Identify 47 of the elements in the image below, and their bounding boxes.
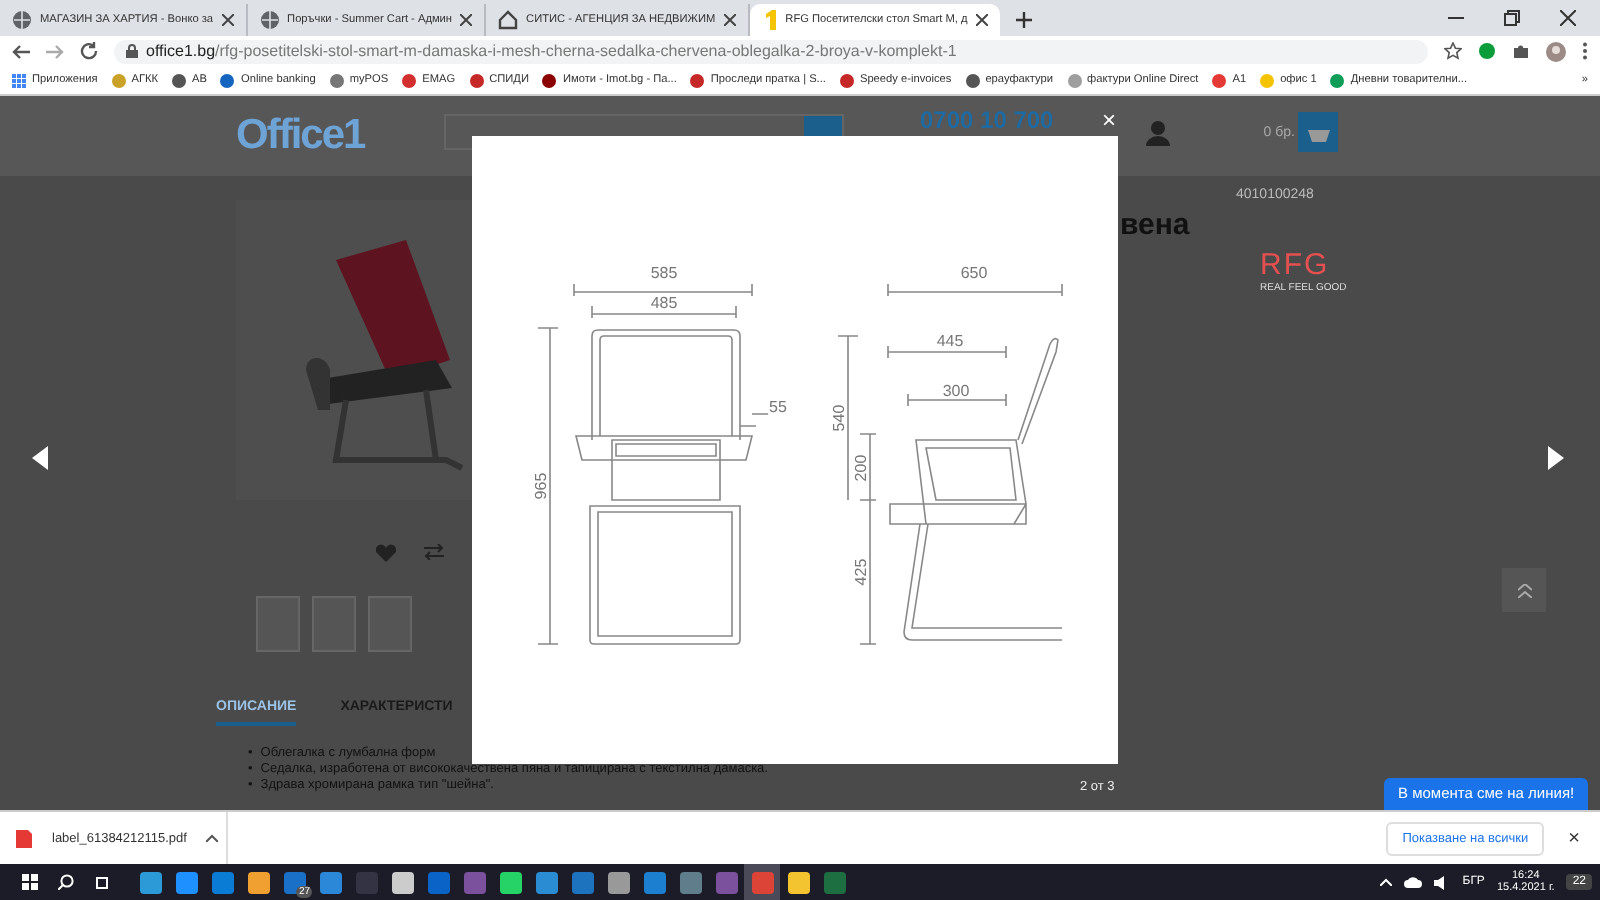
- pdf-icon: [16, 829, 32, 847]
- previous-arrow-icon[interactable]: [32, 446, 48, 470]
- close-icon[interactable]: [221, 14, 234, 26]
- thumbnail[interactable]: [368, 596, 412, 652]
- house-icon: [498, 10, 519, 30]
- dimension-label: 485: [650, 294, 678, 312]
- task-view-icon: [94, 875, 110, 889]
- dimension-label: 200: [852, 454, 870, 482]
- dimension-label: 445: [936, 332, 964, 350]
- lock-icon: [126, 44, 138, 58]
- next-arrow-icon[interactable]: [1548, 446, 1564, 470]
- reload-icon[interactable]: [80, 42, 98, 60]
- new-tab-icon[interactable]: [1015, 12, 1032, 28]
- thumbnail[interactable]: [256, 596, 300, 652]
- chevrons-up-icon: [1517, 583, 1531, 597]
- cart-button[interactable]: [1298, 112, 1339, 152]
- globe-icon: [259, 10, 280, 30]
- one-icon: [761, 10, 778, 30]
- star-icon[interactable]: [1444, 42, 1462, 60]
- chevron-up-icon: [206, 834, 219, 842]
- cloud-icon[interactable]: [1404, 876, 1423, 888]
- address-field[interactable]: office1.bg/rfg-posetitelski-stol-smart-m-damaska-i-mesh-cherna-sedalka-chervena-oblegalka-2-broya-v-komplekt-1: [114, 39, 1428, 63]
- close-icon[interactable]: [460, 14, 473, 26]
- dimension-label: 300: [942, 382, 970, 400]
- dimension-label: 965: [532, 472, 550, 500]
- globe-icon: [12, 10, 32, 30]
- back-icon[interactable]: [12, 43, 30, 59]
- close-icon[interactable]: [975, 14, 988, 26]
- restore-icon[interactable]: [1504, 10, 1520, 26]
- phone-number: 0700 10 700: [920, 106, 1054, 134]
- chevron-up-icon[interactable]: [1380, 878, 1393, 886]
- close-button[interactable]: ×: [1102, 108, 1117, 132]
- dimension-label: 585: [650, 264, 678, 282]
- menu-icon[interactable]: [1582, 42, 1588, 60]
- product-title: вена: [1120, 208, 1190, 242]
- search-icon: [58, 874, 74, 890]
- close-button[interactable]: ×: [1568, 827, 1580, 849]
- close-icon[interactable]: [1560, 10, 1576, 26]
- dimension-label: 540: [830, 404, 848, 432]
- windows-icon: [22, 874, 38, 890]
- dimension-label: 650: [960, 264, 988, 282]
- scroll-top-button[interactable]: [1502, 568, 1546, 612]
- avatar-icon[interactable]: [1546, 41, 1566, 61]
- dimension-label: 425: [852, 558, 870, 586]
- dimension-label: 55: [769, 398, 787, 416]
- close-icon[interactable]: [723, 14, 736, 26]
- thumbnail[interactable]: [312, 596, 356, 652]
